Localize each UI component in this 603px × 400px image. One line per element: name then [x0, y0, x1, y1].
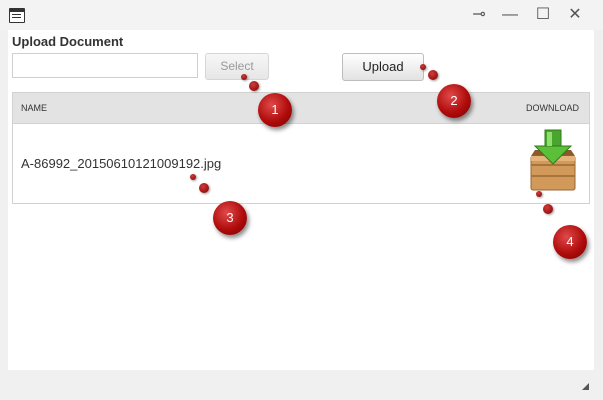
close-icon[interactable]: ✕ [563, 4, 587, 26]
content-panel: Upload Document Select Upload NAME DOWNL… [8, 30, 594, 370]
file-path-input[interactable] [12, 53, 198, 78]
upload-button[interactable]: Upload [342, 53, 424, 81]
minimize-icon[interactable]: — [498, 4, 522, 26]
maximize-icon[interactable]: ☐ [531, 4, 555, 26]
marker-4-tail-dot-small [536, 191, 542, 197]
download-box-icon[interactable] [527, 128, 579, 192]
annotation-marker-3: 3 [213, 201, 247, 235]
marker-4-tail-dot [543, 204, 553, 214]
annotation-marker-4: 4 [553, 225, 587, 259]
resize-grip-icon[interactable] [582, 383, 589, 390]
marker-1-tail-dot [249, 81, 259, 91]
annotation-marker-1: 1 [258, 93, 292, 127]
marker-2-tail-dot-small [420, 64, 426, 70]
marker-3-tail-dot-small [190, 174, 196, 180]
title-bar: ⊸ — ☐ ✕ [0, 0, 603, 30]
select-button[interactable]: Select [205, 53, 269, 80]
documents-grid: NAME DOWNLOAD A-86992_20150610121009192.… [12, 92, 590, 204]
annotation-marker-2: 2 [437, 84, 471, 118]
pin-icon[interactable]: ⊸ [467, 4, 491, 26]
marker-3-tail-dot [199, 183, 209, 193]
upload-document-title: Upload Document [12, 34, 124, 49]
table-row[interactable]: A-86992_20150610121009192.jpg [13, 124, 589, 203]
column-header-download[interactable]: DOWNLOAD [526, 103, 579, 113]
grid-header: NAME DOWNLOAD [13, 93, 589, 124]
column-header-name[interactable]: NAME [21, 103, 47, 113]
file-name-cell[interactable]: A-86992_20150610121009192.jpg [21, 156, 221, 171]
status-bar [0, 371, 603, 400]
marker-1-tail-dot-small [241, 74, 247, 80]
upload-window: ⊸ — ☐ ✕ Upload Document Select Upload NA… [0, 0, 603, 400]
marker-2-tail-dot [428, 70, 438, 80]
window-app-icon [9, 8, 25, 23]
